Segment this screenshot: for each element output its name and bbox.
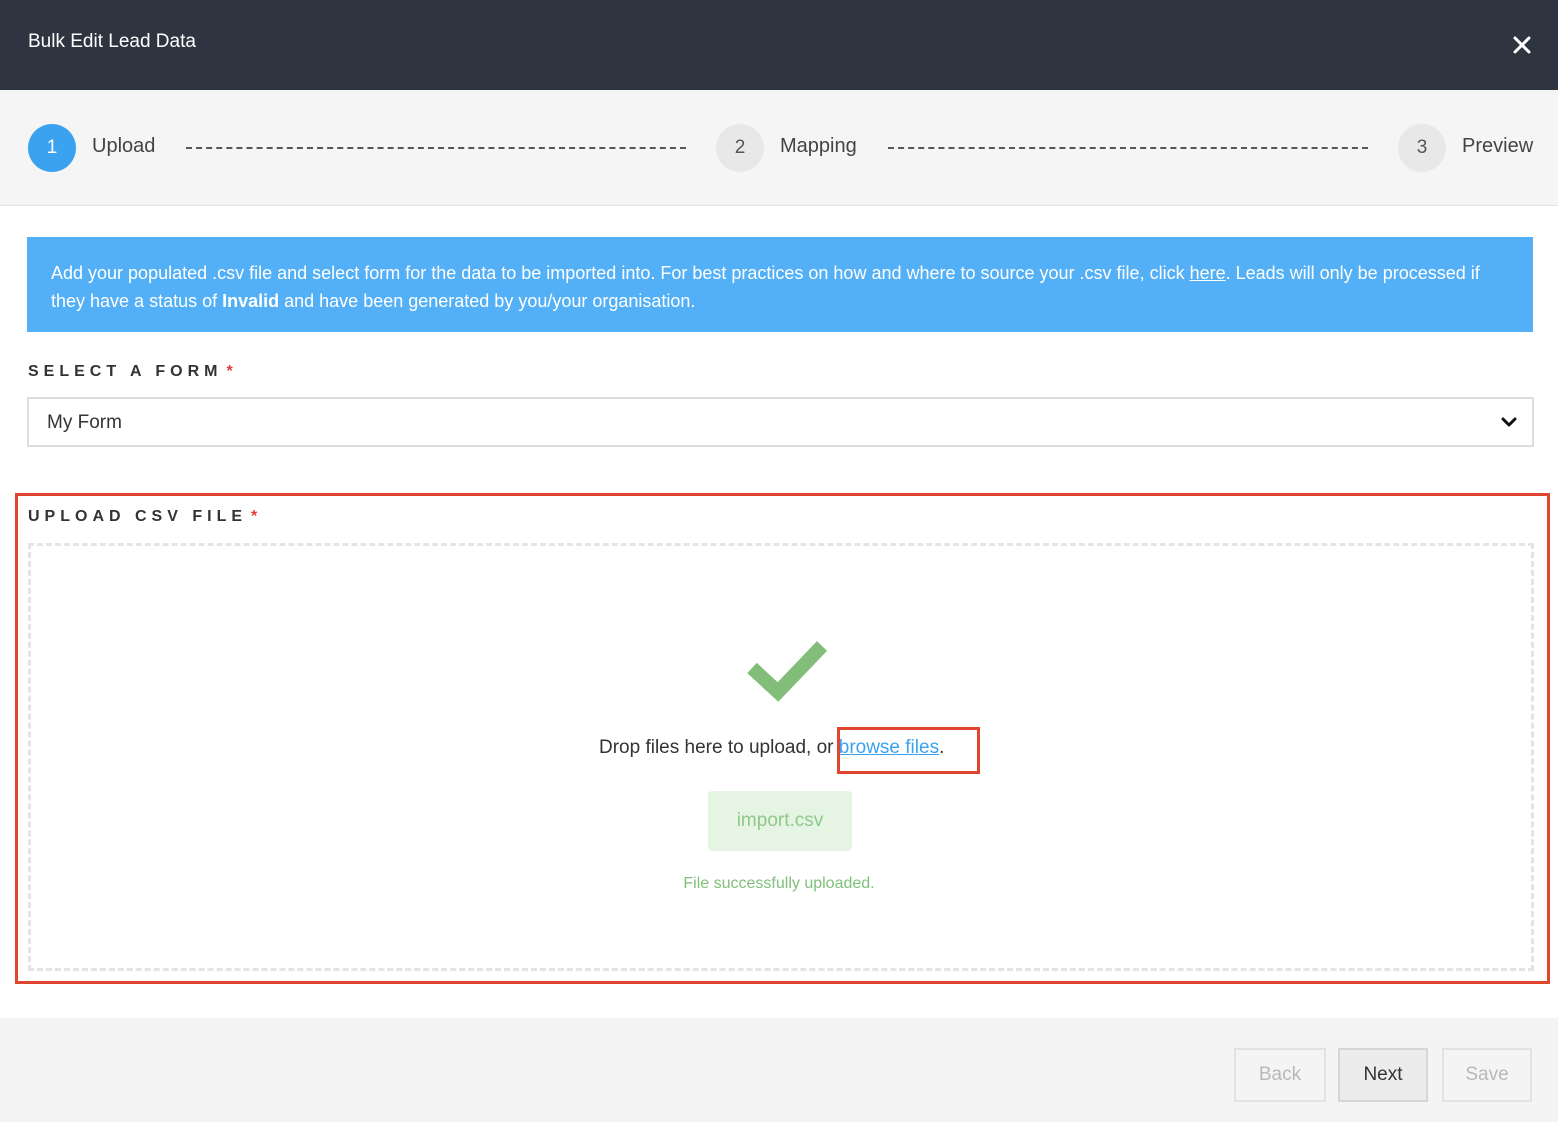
- info-banner: Add your populated .csv file and select …: [27, 237, 1533, 332]
- browse-link-highlight: [837, 727, 980, 774]
- close-icon: [1513, 36, 1531, 54]
- form-select[interactable]: My Form: [27, 397, 1534, 447]
- upload-status-text: File successfully uploaded.: [683, 875, 875, 892]
- required-mark: *: [226, 363, 238, 380]
- chevron-down-icon: [1501, 417, 1517, 427]
- uploaded-file-chip: import.csv: [708, 791, 852, 851]
- select-form-label: SELECT A FORM *: [28, 363, 238, 381]
- step-connector: [888, 147, 1368, 149]
- info-text: and have been generated by you/your orga…: [279, 291, 696, 311]
- modal-header: Bulk Edit Lead Data: [0, 0, 1558, 90]
- step-2-number: 2: [716, 124, 764, 172]
- step-1-label: Upload: [92, 135, 156, 157]
- close-button[interactable]: [1504, 27, 1540, 63]
- best-practices-link[interactable]: here: [1190, 263, 1226, 283]
- upload-csv-label-text: UPLOAD CSV FILE: [28, 508, 248, 525]
- step-progress: 1 Upload 2 Mapping 3 Preview: [0, 90, 1558, 206]
- save-button[interactable]: Save: [1442, 1048, 1532, 1102]
- invalid-status-text: Invalid: [222, 291, 280, 311]
- next-button[interactable]: Next: [1338, 1048, 1428, 1102]
- back-button[interactable]: Back: [1234, 1048, 1326, 1102]
- step-3-number: 3: [1398, 124, 1446, 172]
- form-select-value: My Form: [47, 412, 122, 433]
- modal-footer: Back Next Save: [0, 1018, 1558, 1122]
- select-form-label-text: SELECT A FORM: [28, 363, 223, 380]
- upload-csv-label: UPLOAD CSV FILE *: [28, 508, 262, 526]
- step-2-label: Mapping: [780, 135, 857, 157]
- step-1-number: 1: [28, 124, 76, 172]
- drop-text: Drop files here to upload, or: [599, 737, 839, 758]
- checkmark-icon: [747, 641, 828, 702]
- info-text: Add your populated .csv file and select …: [51, 263, 1190, 283]
- step-3-label: Preview: [1462, 135, 1534, 157]
- step-connector: [186, 147, 686, 149]
- modal-title: Bulk Edit Lead Data: [28, 31, 196, 52]
- required-mark: *: [251, 508, 263, 525]
